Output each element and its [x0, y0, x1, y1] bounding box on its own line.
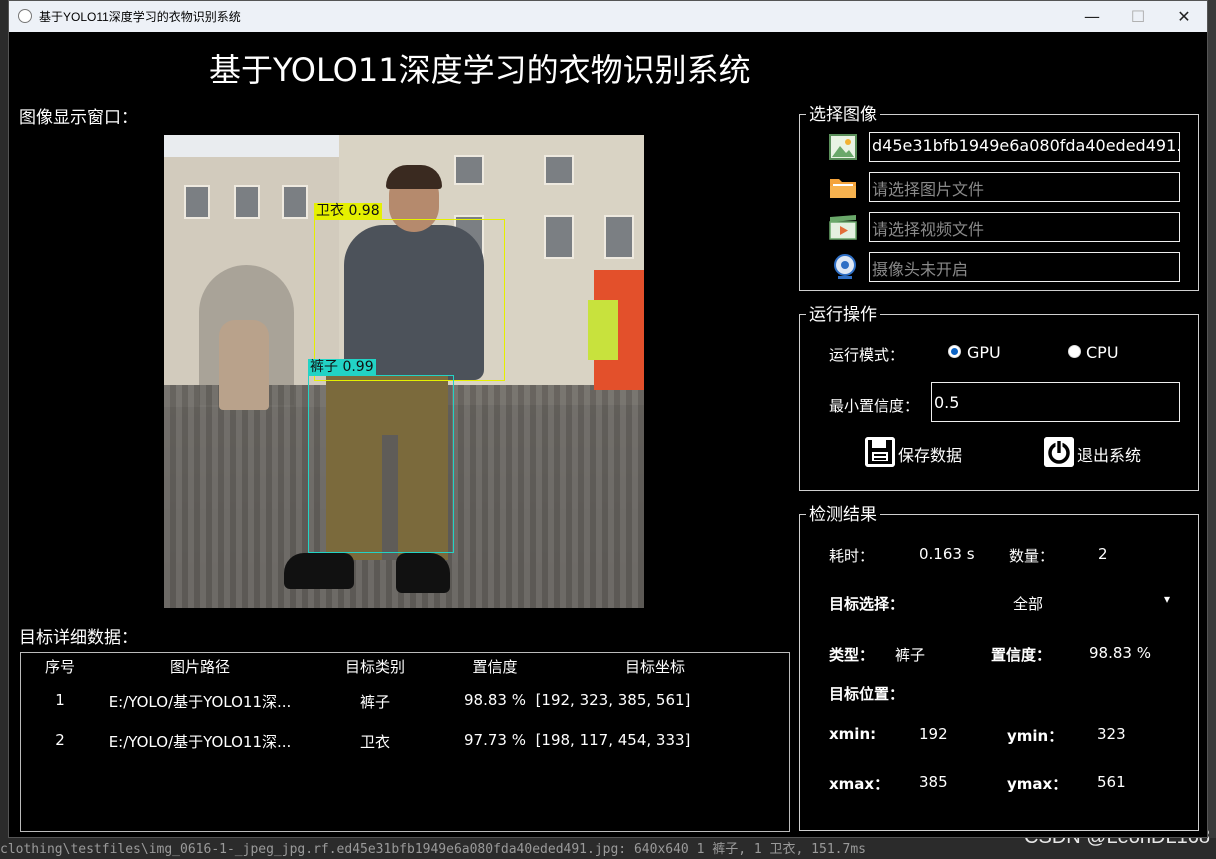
count-label: 数量： [1009, 547, 1055, 565]
app-icon [18, 9, 32, 23]
cpu-radio[interactable] [1068, 345, 1081, 358]
webcam-icon[interactable] [831, 253, 859, 281]
cell-confidence: 97.73 % [464, 731, 526, 749]
exit-button[interactable]: 退出系统 [1077, 442, 1141, 466]
results-title: 检测结果 [806, 505, 880, 525]
ymin-value: 323 [1097, 725, 1126, 743]
ymin-label: ymin： [1007, 727, 1064, 745]
cell-index: 2 [55, 731, 65, 749]
column-header-path[interactable]: 图片路径 [170, 656, 230, 677]
app-window: 基于YOLO11深度学习的衣物识别系统 — ☐ ✕ 基于YOLO11深度学习的衣… [8, 0, 1208, 838]
gpu-radio-label[interactable]: GPU [967, 343, 1001, 362]
time-value: 0.163 s [919, 545, 975, 563]
cell-index: 1 [55, 691, 65, 709]
mode-label: 运行模式： [829, 346, 905, 364]
xmin-value: 192 [919, 725, 948, 743]
xmin-label: xmin: [829, 725, 877, 743]
detection-image: 卫衣 0.98 裤子 0.99 [164, 135, 644, 608]
camera-field[interactable]: 摄像头未开启 [869, 252, 1180, 282]
target-select-value[interactable]: 全部 [1013, 593, 1043, 614]
bbox-pants-label: 裤子 0.99 [308, 359, 376, 375]
cell-coords: [198, 117, 454, 333] [535, 731, 691, 749]
run-title: 运行操作 [806, 305, 880, 325]
cell-class: 裤子 [359, 693, 391, 711]
cell-confidence: 98.83 % [464, 691, 526, 709]
column-header-coords[interactable]: 目标坐标 [625, 656, 685, 677]
image-icon[interactable] [829, 133, 857, 161]
confidence-value: 98.83 % [1089, 644, 1151, 662]
video-file-field[interactable]: 请选择视频文件 [869, 212, 1180, 242]
min-conf-input[interactable]: 0.5 [931, 382, 1180, 422]
count-value: 2 [1098, 545, 1108, 563]
bbox-hoodie [314, 219, 505, 381]
column-header-class[interactable]: 目标类别 [345, 656, 405, 677]
minimize-button[interactable]: — [1069, 1, 1115, 32]
xmax-value: 385 [919, 773, 948, 791]
xmax-label: xmax： [829, 775, 890, 793]
bbox-hoodie-label: 卫衣 0.98 [314, 203, 382, 219]
page-title: 基于YOLO11深度学习的衣物识别系统 [209, 51, 751, 89]
cell-path: E:/YOLO/基于YOLO11深... [108, 693, 292, 711]
confidence-label: 置信度： [991, 646, 1052, 664]
video-icon[interactable] [829, 213, 857, 241]
maximize-button[interactable]: ☐ [1115, 1, 1161, 32]
target-select-label: 目标选择： [829, 595, 905, 613]
select-image-title: 选择图像 [806, 105, 880, 125]
type-value: 裤子 [895, 646, 926, 664]
close-button[interactable]: ✕ [1161, 1, 1207, 32]
power-icon[interactable] [1044, 437, 1074, 467]
type-label: 类型： [829, 646, 875, 664]
save-data-button[interactable]: 保存数据 [898, 442, 962, 466]
bbox-pants [308, 375, 454, 553]
cell-path: E:/YOLO/基于YOLO11深... [108, 733, 292, 751]
column-header-confidence[interactable]: 置信度 [472, 656, 517, 677]
image-panel-label: 图像显示窗口： [19, 108, 138, 128]
min-conf-label: 最小置信度： [829, 397, 920, 415]
cell-class: 卫衣 [359, 733, 391, 751]
gpu-radio[interactable] [948, 345, 961, 358]
image-file-field[interactable]: d45e31bfb1949e6a080fda40eded491.jpg [869, 132, 1180, 162]
position-label: 目标位置： [829, 685, 905, 703]
cell-coords: [192, 323, 385, 561] [535, 691, 691, 709]
image-folder-field[interactable]: 请选择图片文件 [869, 172, 1180, 202]
ymax-label: ymax： [1007, 775, 1068, 793]
ymax-value: 561 [1097, 773, 1126, 791]
chevron-down-icon[interactable]: ▾ [1164, 592, 1170, 606]
save-icon[interactable] [865, 437, 895, 467]
column-header-index[interactable]: 序号 [45, 656, 75, 677]
details-label: 目标详细数据： [19, 628, 138, 648]
ide-background-strip [0, 0, 8, 859]
title-bar: 基于YOLO11深度学习的衣物识别系统 — ☐ ✕ [9, 1, 1207, 32]
window-title: 基于YOLO11深度学习的衣物识别系统 [39, 10, 241, 24]
time-label: 耗时： [829, 547, 875, 565]
folder-icon[interactable] [829, 173, 857, 201]
cpu-radio-label[interactable]: CPU [1086, 343, 1119, 362]
